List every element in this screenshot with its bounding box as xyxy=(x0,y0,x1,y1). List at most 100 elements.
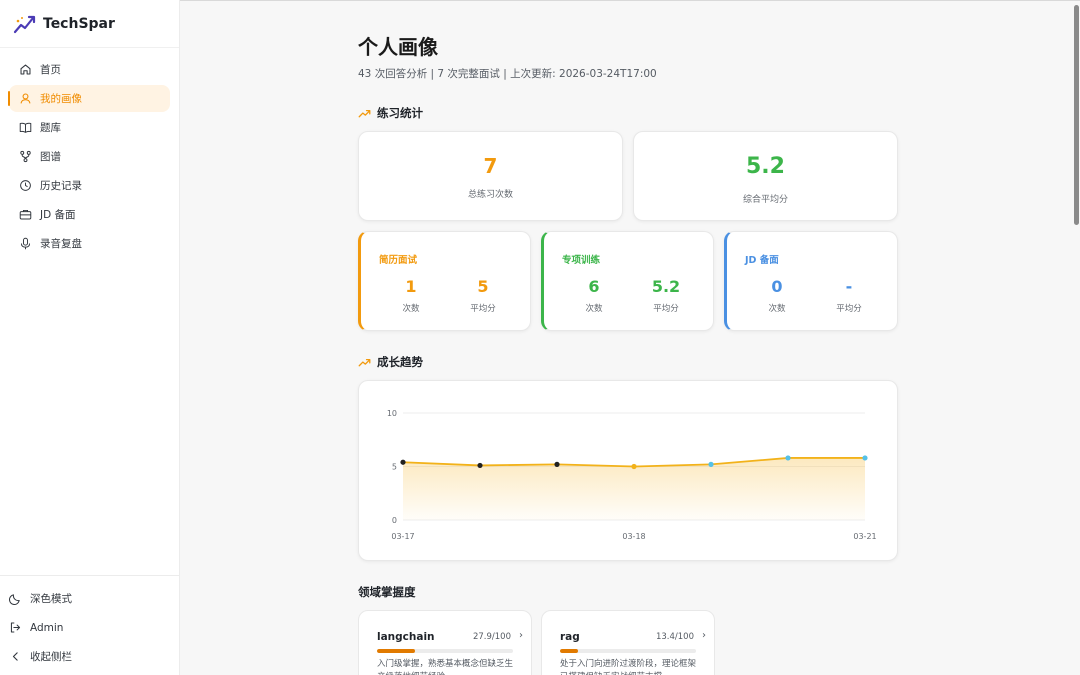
data-point xyxy=(554,461,560,467)
mode-avg-label: 平均分 xyxy=(470,304,496,314)
data-point xyxy=(477,462,483,469)
mode-title: 简历面试 xyxy=(379,255,418,266)
mode-count: 0 xyxy=(771,277,783,296)
book-icon xyxy=(19,121,32,134)
growth-trend-title: 成长趋势 xyxy=(377,355,423,369)
data-point xyxy=(862,455,868,461)
sidebar-item-graph[interactable]: 图谱 xyxy=(9,143,170,170)
logout-icon xyxy=(9,621,22,634)
domain-progress-bar xyxy=(560,649,696,653)
sidebar-item-question-bank[interactable]: 题库 xyxy=(9,114,170,141)
trending-up-icon xyxy=(358,109,371,117)
mode-count-label: 次数 xyxy=(585,304,603,314)
logo-icon xyxy=(13,15,36,33)
dark-mode-toggle[interactable]: 深色模式 xyxy=(0,584,180,613)
mode-count: 6 xyxy=(588,277,600,296)
sidebar-nav: 首页 我的画像 题库 图谱 历史记录 JD 备面 录音复盘 xyxy=(0,48,179,257)
chevron-right-icon: › xyxy=(519,630,523,641)
trending-up-icon xyxy=(358,358,371,366)
x-tick-label: 03-17 xyxy=(391,532,414,541)
sidebar-item-jd-prep[interactable]: JD 备面 xyxy=(9,201,170,228)
y-tick-label: 5 xyxy=(392,463,397,472)
sidebar-item-label: 历史记录 xyxy=(40,180,82,192)
domain-mastery-title: 领域掌握度 xyxy=(358,585,416,599)
briefcase-icon xyxy=(19,208,32,221)
user-icon xyxy=(19,92,32,105)
brand[interactable]: TechSpar xyxy=(0,0,179,48)
user-name: Admin xyxy=(30,621,64,634)
mode-card-topic[interactable]: 专项训练 6 次数 5.2 平均分 xyxy=(541,231,714,331)
total-practice-value: 7 xyxy=(483,154,498,178)
mode-count-label: 次数 xyxy=(768,304,786,314)
sidebar: TechSpar 首页 我的画像 题库 图谱 历史记录 JD 备面 录音复盘 深… xyxy=(0,0,180,675)
practice-stats-title: 练习统计 xyxy=(377,106,423,120)
home-icon xyxy=(19,63,32,76)
sidebar-item-history[interactable]: 历史记录 xyxy=(9,172,170,199)
domain-mastery-heading: 领域掌握度 xyxy=(358,584,416,600)
sidebar-item-label: 题库 xyxy=(40,122,61,134)
y-tick-label: 10 xyxy=(387,409,397,418)
scrollbar[interactable] xyxy=(1074,5,1079,225)
main-content: 个人画像 43 次回答分析 | 7 次完整面试 | 上次更新: 2026-03-… xyxy=(180,0,1080,675)
growth-chart: 0 5 10 03-17 03-18 03-21 xyxy=(387,409,877,541)
mode-avg-label: 平均分 xyxy=(836,304,862,314)
mode-count-label: 次数 xyxy=(402,304,420,314)
sidebar-item-label: JD 备面 xyxy=(40,209,76,221)
x-tick-label: 03-21 xyxy=(853,532,876,541)
domain-card-rag[interactable]: rag 13.4/100 › 处于入门向进阶过渡阶段，理论框架已搭建但缺乏实战细… xyxy=(541,610,715,675)
data-point xyxy=(631,463,637,470)
domain-card-langchain[interactable]: langchain 27.9/100 › 入门级掌握，熟悉基本概念但缺乏生产级落… xyxy=(358,610,532,675)
domain-name: rag xyxy=(560,631,580,643)
mode-count: 1 xyxy=(405,277,417,296)
mode-title: 专项训练 xyxy=(562,255,601,266)
sidebar-item-label: 我的画像 xyxy=(40,93,82,105)
growth-chart-card: 0 5 10 03-17 03-18 03-21 xyxy=(358,380,898,561)
mode-title: JD 备面 xyxy=(745,255,779,266)
sidebar-item-label: 图谱 xyxy=(40,151,61,163)
domain-description: 处于入门向进阶过渡阶段，理论框架已搭建但缺乏实战细节支撑 xyxy=(560,659,697,675)
mode-avg: 5 xyxy=(477,277,489,296)
sidebar-item-profile[interactable]: 我的画像 xyxy=(8,85,170,112)
clock-icon xyxy=(19,179,32,192)
mic-icon xyxy=(19,237,32,250)
app-name: TechSpar xyxy=(43,15,115,32)
chevron-left-icon xyxy=(9,650,22,663)
sidebar-item-label: 首页 xyxy=(40,64,61,76)
average-score-card: 5.2 综合平均分 xyxy=(633,131,898,221)
sidebar-item-label: 录音复盘 xyxy=(40,238,82,250)
data-point xyxy=(785,455,791,461)
domain-progress-fill xyxy=(560,649,579,653)
domain-progress-fill xyxy=(377,649,415,653)
mode-avg: - xyxy=(845,277,853,296)
sidebar-item-home[interactable]: 首页 xyxy=(9,56,170,83)
total-practice-label: 总练习次数 xyxy=(467,190,513,200)
practice-stats-heading: 练习统计 xyxy=(358,105,423,121)
collapse-label: 收起侧栏 xyxy=(30,651,72,663)
growth-trend-heading: 成长趋势 xyxy=(358,354,423,370)
x-tick-label: 03-18 xyxy=(622,532,645,541)
domain-progress-bar xyxy=(377,649,513,653)
domain-score: 13.4/100 xyxy=(655,632,694,642)
data-point xyxy=(400,459,406,465)
dark-mode-label: 深色模式 xyxy=(30,593,72,605)
mode-avg-label: 平均分 xyxy=(653,304,679,314)
average-score-value: 5.2 xyxy=(746,154,785,179)
domain-name: langchain xyxy=(377,631,435,643)
collapse-sidebar-button[interactable]: 收起侧栏 xyxy=(0,642,180,671)
logout-button[interactable]: Admin xyxy=(0,613,180,642)
mode-card-resume[interactable]: 简历面试 1 次数 5 平均分 xyxy=(358,231,531,331)
mode-avg: 5.2 xyxy=(651,277,681,296)
moon-icon xyxy=(9,592,22,605)
graph-icon xyxy=(19,150,32,163)
y-tick-label: 0 xyxy=(392,516,397,525)
mode-card-jd[interactable]: JD 备面 0 次数 - 平均分 xyxy=(724,231,898,331)
average-score-label: 综合平均分 xyxy=(742,195,788,205)
sidebar-bottom: 深色模式 Admin 收起侧栏 xyxy=(0,575,180,675)
total-practice-card: 7 总练习次数 xyxy=(358,131,623,221)
page-title: 个人画像 xyxy=(358,35,438,59)
domain-description: 入门级掌握，熟悉基本概念但缺乏生产级落地细节经验 xyxy=(377,659,514,675)
chevron-right-icon: › xyxy=(702,630,706,641)
sidebar-item-recording-review[interactable]: 录音复盘 xyxy=(9,230,170,257)
domain-score: 27.9/100 xyxy=(472,632,511,642)
data-point xyxy=(708,461,714,467)
